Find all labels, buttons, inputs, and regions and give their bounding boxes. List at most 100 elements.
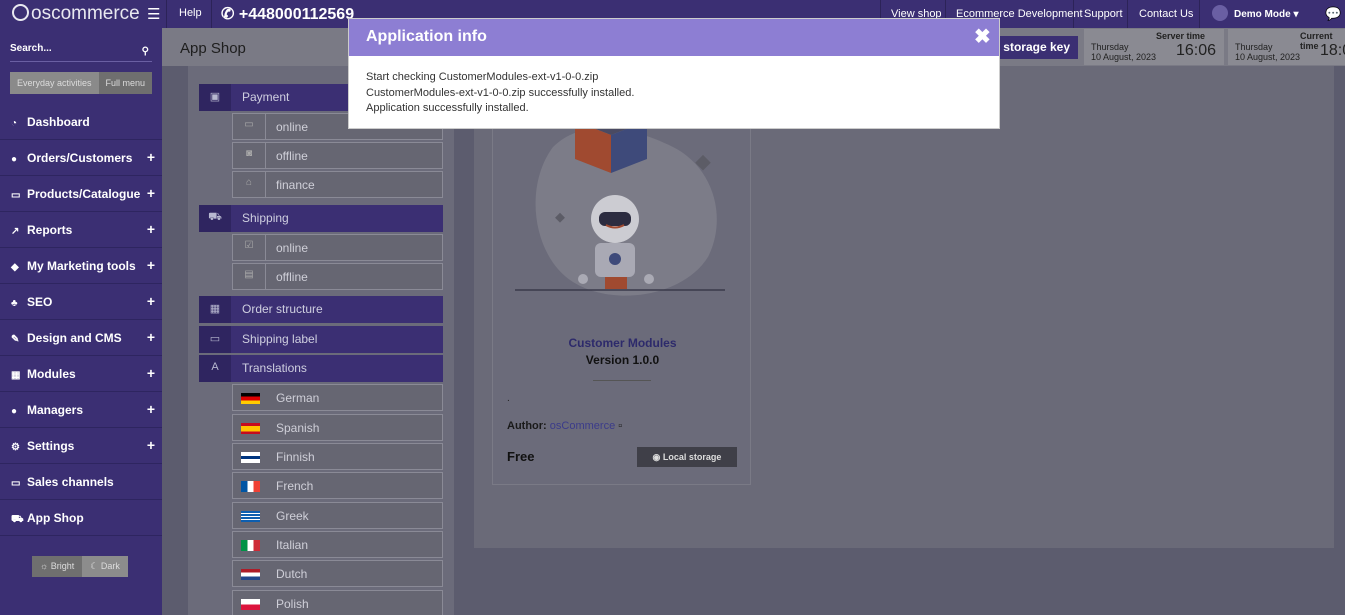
menu-mode-toggle: Everyday activities Full menu bbox=[10, 72, 153, 94]
divider bbox=[166, 0, 167, 28]
tree-item-french[interactable]: French bbox=[232, 472, 443, 499]
tree-item-translations[interactable]: A Translations bbox=[199, 355, 443, 382]
tree-item-shipping-label[interactable]: ▭ Shipping label bbox=[199, 326, 443, 353]
sidebar-search[interactable]: Search... ⚲ bbox=[10, 38, 152, 62]
app-price: Free bbox=[507, 449, 535, 464]
translate-icon: A bbox=[199, 355, 231, 382]
sitemap-icon: ♣ bbox=[11, 298, 18, 309]
sidebar-item-managers[interactable]: ● Managers + bbox=[0, 392, 162, 428]
tree-item-shipping-online[interactable]: ☑ online bbox=[232, 234, 443, 261]
divider bbox=[1127, 0, 1128, 28]
credit-card-icon: ▭ bbox=[233, 114, 266, 139]
current-time: Current time Thursday 10 August, 2023 18… bbox=[1228, 29, 1345, 65]
close-icon[interactable]: ✖ bbox=[974, 24, 991, 49]
plus-icon: + bbox=[146, 365, 155, 381]
dark-theme-button[interactable]: ☾ Dark bbox=[82, 556, 128, 577]
application-info-dialog: Application info ✖ Start checking Custom… bbox=[348, 18, 1000, 129]
plus-icon: + bbox=[146, 401, 155, 417]
tree-item-german[interactable]: German bbox=[232, 384, 443, 411]
moon-icon: ☾ bbox=[90, 561, 99, 571]
local-storage-button[interactable]: ◉ Local storage bbox=[637, 447, 737, 467]
phone-number[interactable]: ✆ +448000112569 bbox=[221, 4, 354, 24]
bank-icon: ⌂ bbox=[233, 172, 266, 197]
tree-item-italian[interactable]: Italian bbox=[232, 531, 443, 558]
tree-item-order-structure[interactable]: ▦ Order structure bbox=[199, 296, 443, 323]
gear-icon: ⚙ bbox=[11, 442, 20, 453]
tree-item-spanish[interactable]: Spanish bbox=[232, 414, 443, 441]
french-flag-icon bbox=[241, 481, 260, 492]
sidebar-item-seo[interactable]: ♣ SEO + bbox=[0, 284, 162, 320]
plus-icon: + bbox=[146, 437, 155, 453]
message-line: CustomerModules-ext-v1-0-0.zip successfu… bbox=[366, 86, 635, 99]
sidebar-item-dashboard[interactable]: ◔ Dashboard bbox=[0, 104, 162, 140]
chart-icon: ↗ bbox=[11, 226, 20, 237]
broken-image-icon: ▫ bbox=[618, 420, 623, 432]
bright-theme-button[interactable]: ☼ Bright bbox=[32, 556, 83, 577]
full-menu-button[interactable]: Full menu bbox=[98, 72, 153, 94]
divider bbox=[211, 0, 212, 28]
dialog-header: Application info ✖ bbox=[349, 19, 999, 56]
dialog-body: Start checking CustomerModules-ext-v1-0-… bbox=[366, 70, 634, 117]
tree-item-polish[interactable]: Polish bbox=[232, 590, 443, 615]
spanish-flag-icon bbox=[241, 423, 260, 434]
app-name[interactable]: Customer Modules bbox=[493, 336, 752, 350]
page-title: App Shop bbox=[180, 40, 246, 57]
user-icon: ● bbox=[11, 406, 18, 417]
search-icon[interactable]: ⚲ bbox=[142, 46, 149, 57]
cash-icon: ◙ bbox=[233, 143, 266, 168]
sidebar-item-products-catalogue[interactable]: ▭ Products/Catalogue + bbox=[0, 176, 162, 212]
sun-icon: ☼ bbox=[40, 561, 49, 571]
logo[interactable]: oscommerce bbox=[12, 3, 140, 25]
avatar-icon bbox=[1212, 5, 1228, 21]
modules-icon: ▦ bbox=[11, 370, 21, 381]
user-menu[interactable]: Demo Mode ▾ bbox=[1212, 5, 1298, 21]
wallet-icon: ▣ bbox=[199, 84, 231, 111]
sidebar-item-reports[interactable]: ↗ Reports + bbox=[0, 212, 162, 248]
phone-icon: ✆ bbox=[221, 6, 235, 23]
tree-item-payment-offline[interactable]: ◙ offline bbox=[232, 142, 443, 169]
plus-icon: + bbox=[146, 149, 155, 165]
dialog-title: Application info bbox=[366, 28, 487, 45]
greek-flag-icon bbox=[241, 511, 260, 522]
sidebar-nav: ◔ Dashboard ● Orders/Customers + ▭ Products/… bbox=[0, 104, 162, 536]
dashboard-icon: ◔ bbox=[11, 118, 18, 129]
contact-us-link[interactable]: Contact Us bbox=[1139, 8, 1193, 20]
everyday-activities-button[interactable]: Everyday activities bbox=[10, 72, 99, 94]
truck-icon: ⛟ bbox=[199, 205, 231, 232]
users-icon: ● bbox=[11, 154, 18, 165]
server-time: Server time Thursday 10 August, 2023 16:… bbox=[1084, 29, 1224, 65]
divider bbox=[593, 380, 651, 381]
sidebar-item-design-cms[interactable]: ✎ Design and CMS + bbox=[0, 320, 162, 356]
divider bbox=[1073, 0, 1074, 28]
tree-item-finnish[interactable]: Finnish bbox=[232, 443, 443, 470]
sidebar-item-app-shop[interactable]: ⛟ App Shop bbox=[0, 500, 162, 536]
chat-icon[interactable]: 💬 bbox=[1325, 6, 1341, 22]
sidebar-item-marketing-tools[interactable]: ◆ My Marketing tools + bbox=[0, 248, 162, 284]
logo-icon bbox=[12, 4, 29, 21]
cart-icon: ⛟ bbox=[11, 514, 24, 525]
sidebar-item-orders-customers[interactable]: ● Orders/Customers + bbox=[0, 140, 162, 176]
message-line: Start checking CustomerModules-ext-v1-0-… bbox=[366, 71, 599, 83]
tree-item-payment-finance[interactable]: ⌂ finance bbox=[232, 171, 443, 198]
tag-icon: ◆ bbox=[11, 262, 19, 273]
box-check-icon: ☑ bbox=[233, 235, 266, 260]
message-line: Application successfully installed. bbox=[366, 102, 529, 114]
sidebar: Search... ⚲ Everyday activities Full menu… bbox=[0, 28, 162, 615]
app-version: Version 1.0.0 bbox=[585, 353, 660, 367]
support-link[interactable]: Support bbox=[1084, 8, 1123, 20]
author-link[interactable]: osCommerce bbox=[550, 420, 615, 432]
help-link[interactable]: Help bbox=[179, 7, 202, 19]
tree-item-shipping[interactable]: ⛟ Shipping bbox=[199, 205, 443, 232]
robot-illustration bbox=[515, 107, 725, 296]
plus-icon: + bbox=[146, 329, 155, 345]
sidebar-item-settings[interactable]: ⚙ Settings + bbox=[0, 428, 162, 464]
tree-item-greek[interactable]: Greek bbox=[232, 502, 443, 529]
sidebar-item-sales-channels[interactable]: ▭ Sales channels bbox=[0, 464, 162, 500]
tree-item-dutch[interactable]: Dutch bbox=[232, 560, 443, 587]
dutch-flag-icon bbox=[241, 569, 260, 580]
app-author: Author: osCommerce ▫ bbox=[507, 420, 623, 432]
tree-item-shipping-offline[interactable]: ▤ offline bbox=[232, 263, 443, 290]
app-card[interactable]: Customer Modules Version 1.0.0 . Author:… bbox=[492, 100, 751, 485]
sidebar-item-modules[interactable]: ▦ Modules + bbox=[0, 356, 162, 392]
hamburger-menu-icon[interactable]: ☰ bbox=[147, 5, 160, 23]
